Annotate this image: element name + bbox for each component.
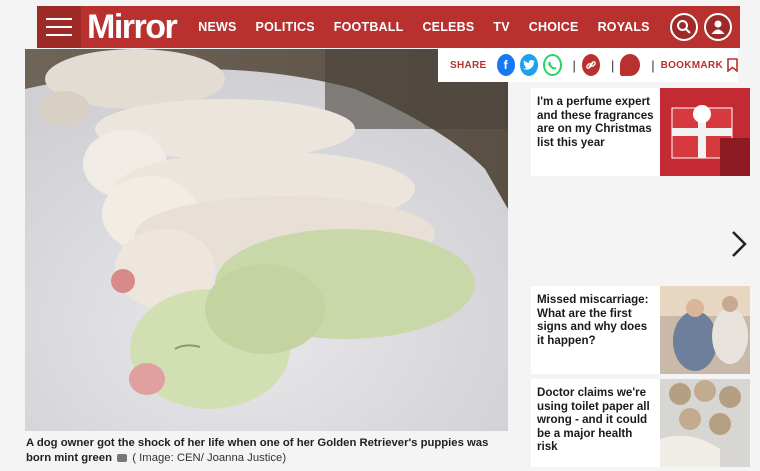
divider: | <box>611 57 615 73</box>
nav-football[interactable]: FOOTBALL <box>334 20 404 34</box>
article-main-image <box>25 49 508 431</box>
related-card-title: I'm a perfume expert and these fragrance… <box>537 95 654 149</box>
caption-credit: ( Image: CEN/ Joanna Justice) <box>115 452 286 464</box>
twitter-icon[interactable] <box>519 54 538 76</box>
nav-royals[interactable]: ROYALS <box>598 20 650 34</box>
divider: | <box>651 57 655 73</box>
nav-tv[interactable]: TV <box>493 20 509 34</box>
related-card-miscarriage[interactable]: Missed miscarriage: What are the first s… <box>531 286 750 374</box>
share-bar: SHARE f | | | BOOKMARK <box>438 48 738 82</box>
gift-box-thumbnail <box>660 88 750 176</box>
whatsapp-icon[interactable] <box>542 54 562 76</box>
couple-thumbnail <box>660 286 750 374</box>
related-card-title: Missed miscarriage: What are the first s… <box>537 293 649 347</box>
puppies-photo <box>25 49 508 431</box>
facebook-icon[interactable]: f <box>496 54 515 76</box>
header-actions <box>670 13 732 41</box>
nav-celebs[interactable]: CELEBS <box>422 20 474 34</box>
main-nav: NEWS POLITICS FOOTBALL CELEBS TV CHOICE … <box>198 20 668 34</box>
site-header: Mirror NEWS POLITICS FOOTBALL CELEBS TV … <box>37 6 740 48</box>
nav-news[interactable]: NEWS <box>198 20 236 34</box>
user-account-icon[interactable] <box>704 13 732 41</box>
caption-credit-text: ( Image: CEN/ Joanna Justice) <box>132 452 287 464</box>
site-logo[interactable]: Mirror <box>87 6 178 48</box>
related-card-perfume[interactable]: I'm a perfume expert and these fragrance… <box>531 88 750 176</box>
related-card-toilet-paper[interactable]: Doctor claims we're using toilet paper a… <box>531 379 750 467</box>
chevron-right-icon[interactable] <box>728 228 750 260</box>
bookmark-icon <box>727 58 738 72</box>
camera-icon <box>117 454 128 463</box>
related-card-title: Doctor claims we're using toilet paper a… <box>537 386 650 453</box>
nav-choice[interactable]: CHOICE <box>529 20 579 34</box>
comments-icon[interactable] <box>620 54 641 76</box>
share-label: SHARE <box>450 59 487 71</box>
page: A dog owner got the shock of her life wh… <box>0 0 760 471</box>
copy-link-icon[interactable] <box>581 54 601 76</box>
bookmark-button[interactable]: BOOKMARK <box>661 58 738 72</box>
nav-politics[interactable]: POLITICS <box>256 20 315 34</box>
toilet-paper-thumbnail <box>660 379 750 467</box>
menu-icon[interactable] <box>37 6 81 48</box>
image-caption: A dog owner got the shock of her life wh… <box>26 436 496 466</box>
divider: | <box>572 57 576 73</box>
bookmark-label: BOOKMARK <box>660 59 723 71</box>
search-icon[interactable] <box>670 13 698 41</box>
